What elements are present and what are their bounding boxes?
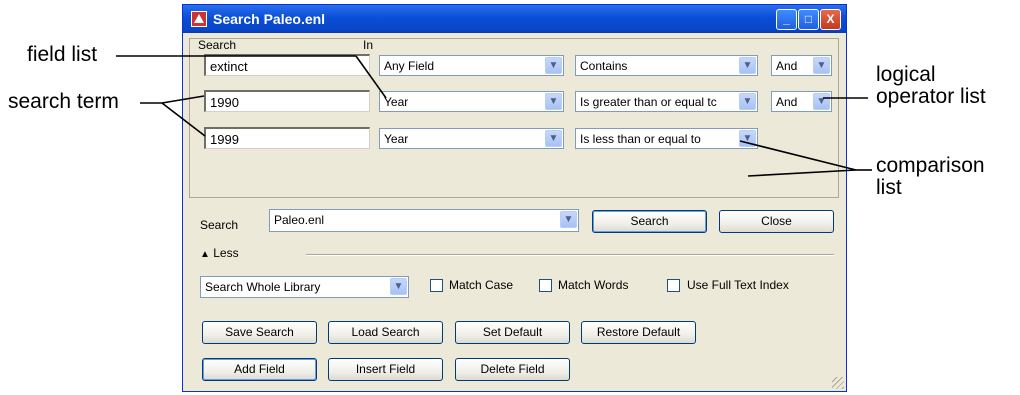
- resize-grip[interactable]: [832, 377, 844, 389]
- callout-field-list: field list: [27, 43, 98, 66]
- search-criteria-panel: Search In extinct Any Field ▼ Contains ▼…: [189, 38, 839, 198]
- chevron-down-icon[interactable]: ▼: [739, 93, 756, 110]
- callout-logical-line2: operator list: [876, 85, 986, 108]
- search-term-input-1[interactable]: extinct: [204, 54, 370, 76]
- comparison-select-2[interactable]: Is greater than or equal tc ▼: [575, 91, 758, 112]
- chevron-down-icon[interactable]: ▼: [545, 93, 562, 110]
- search-term-input-2[interactable]: 1990: [204, 90, 370, 112]
- load-search-button[interactable]: Load Search: [328, 321, 443, 344]
- field-select-1-value: Any Field: [384, 59, 435, 73]
- minimize-button[interactable]: _: [776, 9, 797, 30]
- save-search-button[interactable]: Save Search: [202, 321, 317, 344]
- callout-logical-line1: logical: [876, 63, 936, 86]
- search-column-header: Search: [198, 38, 237, 52]
- field-select-2-value: Year: [384, 95, 409, 109]
- field-select-1[interactable]: Any Field ▼: [379, 55, 564, 76]
- comparison-select-3-value: Is less than or equal to: [580, 132, 701, 146]
- close-button[interactable]: Close: [719, 210, 834, 233]
- close-window-button[interactable]: X: [820, 9, 841, 30]
- library-select[interactable]: Paleo.enl ▼: [269, 209, 579, 232]
- insert-field-button[interactable]: Insert Field: [328, 358, 443, 381]
- restore-default-button[interactable]: Restore Default: [581, 321, 696, 344]
- field-select-2[interactable]: Year ▼: [379, 91, 564, 112]
- full-text-index-checkbox[interactable]: [667, 279, 680, 292]
- full-text-index-label: Use Full Text Index: [687, 278, 789, 292]
- chevron-down-icon[interactable]: ▼: [739, 57, 756, 74]
- operator-select-1[interactable]: And ▼: [771, 55, 832, 76]
- in-column-header: In: [363, 38, 374, 52]
- search-term-input-3[interactable]: 1999: [204, 127, 370, 149]
- comparison-select-2-value: Is greater than or equal tc: [580, 95, 717, 109]
- chevron-down-icon[interactable]: ▼: [813, 57, 830, 74]
- search-scope-value: Search Whole Library: [205, 280, 321, 294]
- chevron-down-icon[interactable]: ▼: [813, 93, 830, 110]
- chevron-down-icon[interactable]: ▼: [545, 57, 562, 74]
- search-button[interactable]: Search: [592, 210, 707, 233]
- callout-comparison-line2: list: [876, 176, 902, 199]
- match-words-checkbox[interactable]: [539, 279, 552, 292]
- maximize-button[interactable]: □: [798, 9, 819, 30]
- callout-comparison: comparison list: [876, 155, 985, 199]
- chevron-down-icon[interactable]: ▼: [739, 130, 756, 147]
- search-library-label: Search: [200, 218, 239, 232]
- up-arrow-icon: ▲: [200, 249, 210, 260]
- comparison-select-3[interactable]: Is less than or equal to ▼: [575, 128, 758, 149]
- comparison-select-1[interactable]: Contains ▼: [575, 55, 758, 76]
- operator-select-2-value: And: [776, 95, 798, 109]
- callout-search-term: search term: [8, 90, 119, 113]
- chevron-down-icon[interactable]: ▼: [545, 130, 562, 147]
- window-title: Search Paleo.enl: [213, 11, 326, 27]
- chevron-down-icon[interactable]: ▼: [390, 278, 407, 295]
- delete-field-button[interactable]: Delete Field: [455, 358, 570, 381]
- endnote-app-icon: [191, 11, 207, 27]
- chevron-down-icon[interactable]: ▼: [560, 211, 577, 228]
- match-words-label: Match Words: [558, 278, 629, 292]
- match-case-label: Match Case: [449, 278, 514, 292]
- title-bar[interactable]: Search Paleo.enl _ □ X: [183, 5, 846, 33]
- match-case-checkbox[interactable]: [430, 279, 443, 292]
- callout-comparison-line1: comparison: [876, 154, 985, 177]
- search-dialog: Search Paleo.enl _ □ X Search In extinct…: [182, 4, 847, 392]
- callout-logical-operator: logical operator list: [876, 64, 986, 108]
- divider: [306, 254, 834, 256]
- less-toggle[interactable]: ▲ Less: [200, 246, 239, 260]
- add-field-button[interactable]: Add Field: [202, 358, 317, 381]
- comparison-select-1-value: Contains: [580, 59, 628, 73]
- library-select-value: Paleo.enl: [274, 213, 325, 227]
- operator-select-1-value: And: [776, 59, 798, 73]
- less-toggle-label: Less: [213, 246, 239, 260]
- field-select-3-value: Year: [384, 132, 409, 146]
- field-select-3[interactable]: Year ▼: [379, 128, 564, 149]
- operator-select-2[interactable]: And ▼: [771, 91, 832, 112]
- set-default-button[interactable]: Set Default: [455, 321, 570, 344]
- search-scope-select[interactable]: Search Whole Library ▼: [200, 276, 409, 298]
